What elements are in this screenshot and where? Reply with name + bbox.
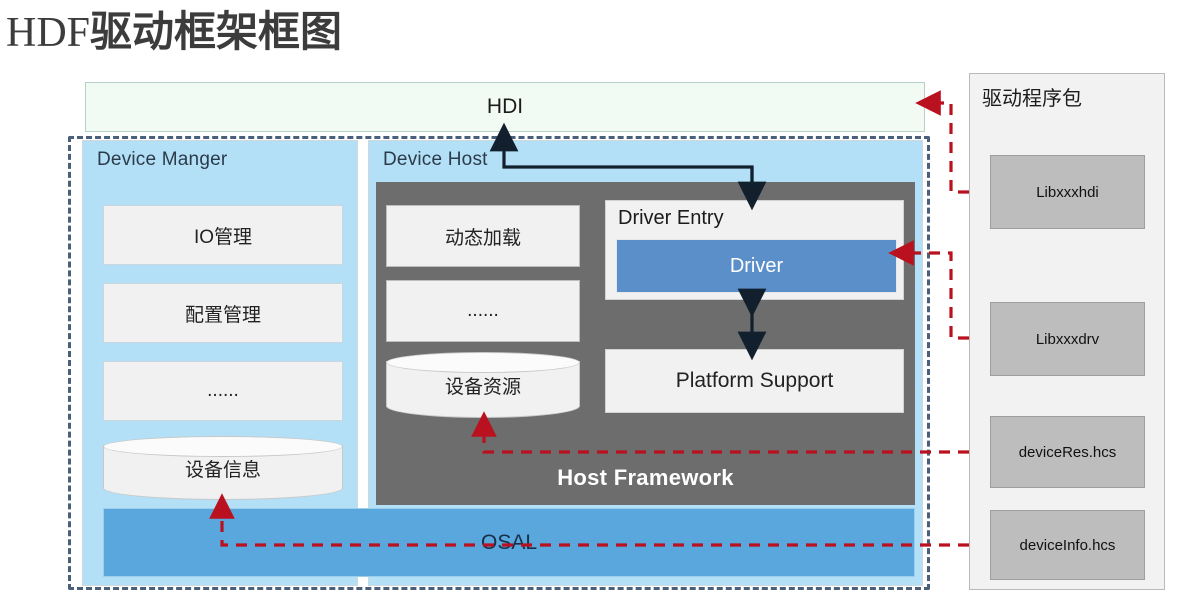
item-label: 动态加载 xyxy=(444,227,521,249)
device-host-item-dynamic-load: 动态加载 xyxy=(386,205,580,267)
page-title-cjk: 驱动框架框图 xyxy=(90,7,343,56)
driver-label: Driver xyxy=(729,254,784,277)
device-host-item-ellipsis: ...... xyxy=(386,280,580,342)
pkg-item-label: Libxxxdrv xyxy=(1035,330,1100,348)
osal-layer: OSAL xyxy=(103,508,915,577)
pkg-item-libxxxhdi: Libxxxhdi xyxy=(990,155,1145,229)
driver-package-title: 驱动程序包 xyxy=(982,88,1082,110)
page-title: HDF驱动框架框图 xyxy=(6,7,343,57)
device-host-item-device-resource: 设备资源 xyxy=(386,352,580,418)
hdi-layer: HDI xyxy=(85,82,925,132)
connector-libxxxhdi-to-hdi xyxy=(915,90,969,194)
pkg-item-label: deviceRes.hcs xyxy=(1018,443,1117,461)
osal-label: OSAL xyxy=(480,530,538,554)
device-manger-item-io: IO管理 xyxy=(103,205,343,265)
device-manger-item-ellipsis: ...... xyxy=(103,361,343,421)
item-label: 设备信息 xyxy=(184,459,261,481)
item-label: 配置管理 xyxy=(184,304,261,326)
driver-entry-box: Driver Entry Driver xyxy=(605,200,904,300)
pkg-item-deviceres-hcs: deviceRes.hcs xyxy=(990,416,1145,488)
device-manger-title: Device Manger xyxy=(97,149,228,170)
pkg-item-label: deviceInfo.hcs xyxy=(1019,536,1116,554)
pkg-item-libxxxdrv: Libxxxdrv xyxy=(990,302,1145,376)
item-label: IO管理 xyxy=(193,226,253,248)
host-framework-label: Host Framework xyxy=(557,465,734,490)
pkg-item-deviceinfo-hcs: deviceInfo.hcs xyxy=(990,510,1145,580)
device-manger-item-device-info: 设备信息 xyxy=(103,436,343,500)
platform-support-box: Platform Support xyxy=(605,349,904,413)
driver-box: Driver xyxy=(616,239,897,293)
driver-entry-title: Driver Entry xyxy=(618,207,724,229)
hdi-label: HDI xyxy=(486,95,524,118)
item-label: ...... xyxy=(467,300,499,321)
pkg-item-label: Libxxxhdi xyxy=(1036,183,1099,201)
page-title-latin: HDF xyxy=(6,10,91,56)
item-label: 设备资源 xyxy=(444,376,521,398)
platform-support-label: Platform Support xyxy=(675,369,834,392)
device-host-title: Device Host xyxy=(383,149,488,170)
item-label: ...... xyxy=(207,380,239,401)
device-manger-item-config: 配置管理 xyxy=(103,283,343,343)
